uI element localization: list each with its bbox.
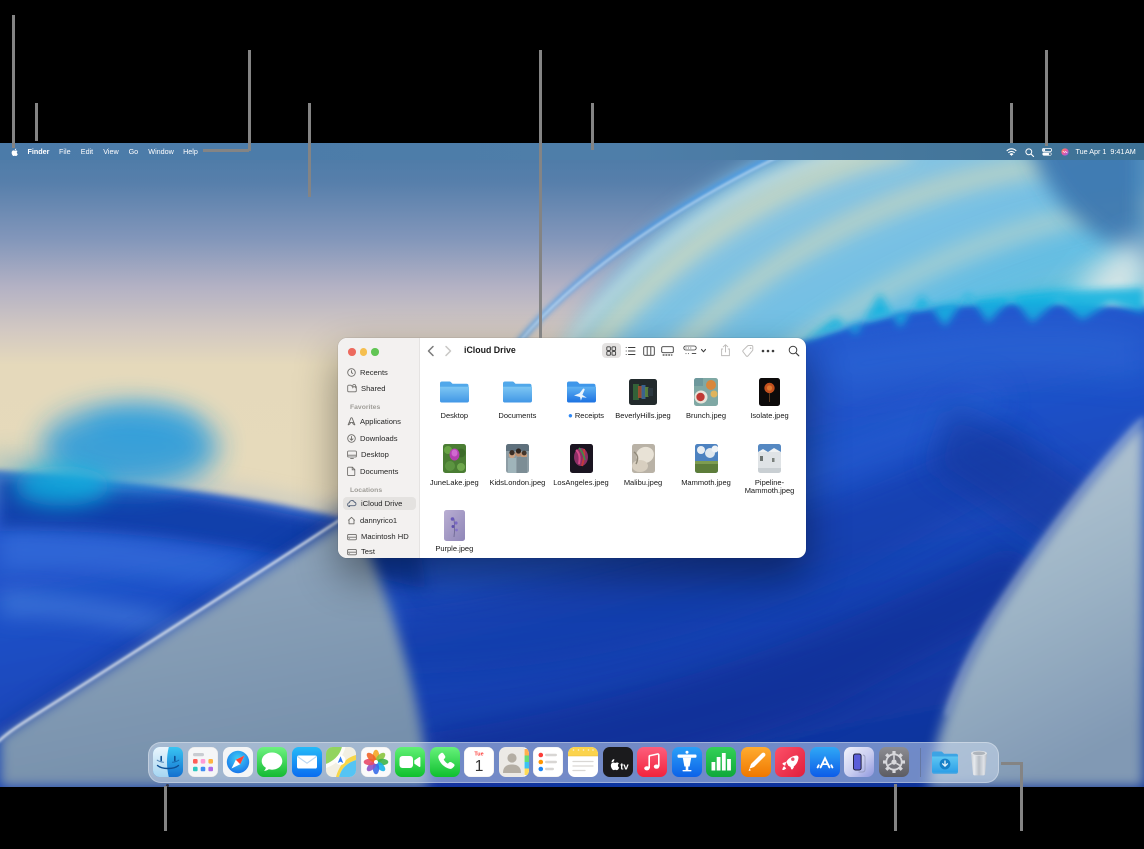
svg-text:1: 1 xyxy=(475,758,484,775)
svg-text:tv: tv xyxy=(620,762,629,773)
svg-text:Tue: Tue xyxy=(475,751,484,757)
